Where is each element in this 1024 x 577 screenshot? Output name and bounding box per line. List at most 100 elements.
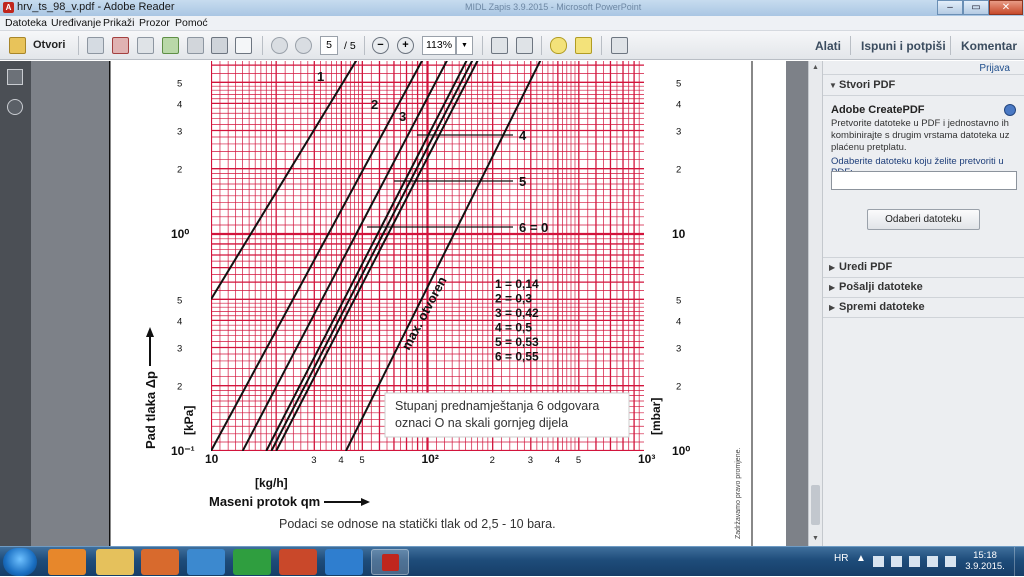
comment-bubble-icon[interactable] [550, 37, 567, 54]
y-tick-label-left: 2 [177, 382, 182, 393]
create-pdf-label: Stvori PDF [839, 79, 896, 91]
menu-help[interactable]: Pomoć [175, 17, 208, 29]
y-unit-right: [mbar] [649, 398, 663, 435]
y-tick-label-right: 2 [676, 165, 681, 176]
next-page-icon[interactable] [295, 37, 312, 54]
print-icon[interactable] [211, 37, 228, 54]
fullscreen-icon[interactable] [611, 37, 628, 54]
collapse-triangle-icon: ▼ [829, 81, 837, 90]
expand-triangle-icon: ▶ [829, 263, 836, 272]
select-file-button[interactable]: Odaberi datoteku [867, 209, 980, 230]
comment-link[interactable]: Komentar [961, 39, 1017, 53]
x-tick-label: 3 [528, 455, 533, 466]
toolbar-divider [850, 36, 851, 55]
left-navigation-pane [0, 61, 31, 546]
system-clock[interactable]: 15:18 3.9.2015. [965, 550, 1005, 572]
toolbar-divider [601, 36, 602, 55]
highlight-icon[interactable] [575, 37, 592, 54]
start-button[interactable] [3, 548, 37, 576]
tools-link[interactable]: Alati [815, 39, 841, 53]
y-tick-label-right: 10 [672, 227, 686, 241]
vertical-scrollbar[interactable]: ▲ ▼ [808, 61, 822, 546]
network-icon[interactable] [187, 549, 225, 575]
y-tick-label-right: 2 [676, 382, 681, 393]
outlook-icon[interactable] [48, 549, 86, 575]
legend-item-5: 5 = 0,53 [495, 335, 539, 349]
fill-sign-link[interactable]: Ispuni i potpiši [861, 39, 946, 53]
fit-page-icon[interactable] [491, 37, 508, 54]
internet-explorer-icon[interactable] [325, 549, 363, 575]
curve-label-2: 2 [371, 97, 378, 112]
adobe-reader-taskbar-button[interactable] [371, 549, 409, 575]
curve-label-3: 3 [399, 109, 406, 124]
resource-monitor-icon[interactable] [233, 549, 271, 575]
zoom-in-icon[interactable]: + [397, 37, 414, 54]
explorer-icon[interactable] [96, 549, 134, 575]
y-tick-label-left: 3 [177, 126, 182, 137]
y-tick-label-right: 4 [676, 99, 681, 110]
edit-pdf-section[interactable]: ▶ Uredi PDF [829, 261, 892, 273]
previous-page-icon[interactable] [271, 37, 288, 54]
send-files-section[interactable]: ▶ Pošalji datoteke [829, 281, 923, 293]
save-icon[interactable] [187, 37, 204, 54]
create-pdf-icon[interactable] [87, 37, 104, 54]
zoom-out-icon[interactable]: − [372, 37, 389, 54]
scroll-up-icon[interactable]: ▲ [811, 63, 820, 72]
show-desktop-button[interactable] [1014, 547, 1024, 577]
network-tray-icon[interactable] [891, 556, 902, 567]
fit-width-icon[interactable] [516, 37, 533, 54]
x-axis-arrow-head [361, 498, 370, 506]
export-pdf-icon[interactable] [112, 37, 129, 54]
legend-item-2: 2 = 0,3 [495, 292, 532, 306]
page-total: / 5 [344, 40, 356, 52]
toolbar-divider [482, 36, 483, 55]
close-button[interactable]: ✕ [989, 0, 1023, 15]
page-number-input[interactable]: 5 [320, 36, 338, 55]
menu-edit[interactable]: Uređivanje [51, 17, 101, 29]
folder-icon[interactable] [9, 37, 26, 54]
zoom-level-input[interactable]: 113% [422, 36, 456, 55]
zoom-dropdown[interactable]: ▼ [456, 36, 473, 55]
tools-pane: Prijava ▼ Stvori PDF Adobe CreatePDF Pret… [822, 61, 1024, 546]
toolbar-divider [262, 36, 263, 55]
display-tray-icon[interactable] [909, 556, 920, 567]
email-icon[interactable] [235, 37, 252, 54]
y-tick-label-left: 10⁻¹ [171, 444, 195, 458]
show-hidden-icons[interactable]: ▲ [856, 553, 866, 564]
adobe-reader-icon: A [3, 2, 14, 13]
open-button[interactable]: Otvori [33, 39, 65, 51]
info-icon[interactable] [1004, 104, 1016, 116]
create-pdf-section[interactable]: ▼ Stvori PDF [829, 79, 895, 91]
x-tick-label: 4 [338, 455, 343, 466]
send-files-label: Pošalji datoteke [839, 281, 923, 293]
scroll-thumb[interactable] [811, 485, 820, 525]
store-files-label: Spremi datoteke [839, 301, 925, 313]
upload-icon[interactable] [162, 37, 179, 54]
language-indicator[interactable]: HR [834, 553, 848, 564]
windows-taskbar: HR ▲ 15:18 3.9.2015. [0, 546, 1024, 577]
edit-pdf-icon[interactable] [137, 37, 154, 54]
minimize-button[interactable]: – [937, 0, 963, 15]
attachments-icon[interactable] [7, 99, 23, 115]
pane-divider [823, 277, 1024, 278]
page-thumbnails-icon[interactable] [7, 69, 23, 85]
menu-file[interactable]: Datoteka [5, 17, 47, 29]
store-files-section[interactable]: ▶ Spremi datoteke [829, 301, 925, 313]
media-player-icon[interactable] [141, 549, 179, 575]
volume-icon[interactable] [945, 556, 956, 567]
powerpoint-icon[interactable] [279, 549, 317, 575]
maximize-button[interactable]: ▭ [963, 0, 989, 15]
note-line-2: oznaci O na skali gornjeg dijela [395, 416, 568, 430]
menu-window[interactable]: Prozor [139, 17, 170, 29]
x-tick-label: 10² [422, 452, 439, 466]
action-center-icon[interactable] [873, 556, 884, 567]
pane-divider [823, 257, 1024, 258]
expand-triangle-icon: ▶ [829, 283, 836, 292]
file-path-input[interactable] [831, 171, 1017, 190]
pane-divider [823, 297, 1024, 298]
battery-icon[interactable] [927, 556, 938, 567]
scroll-down-icon[interactable]: ▼ [811, 534, 820, 543]
sign-in-link[interactable]: Prijava [979, 63, 1010, 74]
toolbar-divider [541, 36, 542, 55]
menu-view[interactable]: Prikaži [103, 17, 135, 29]
